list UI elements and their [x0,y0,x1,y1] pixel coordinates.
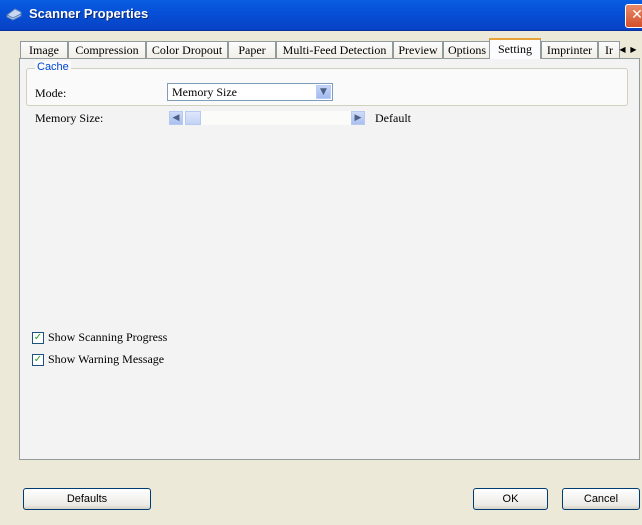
tab-multi-feed-detection[interactable]: Multi-Feed Detection [276,41,393,58]
mode-select-value: Memory Size [172,85,237,99]
tab-options[interactable]: Options [443,41,491,58]
slider-thumb[interactable] [185,111,201,125]
window-title: Scanner Properties [29,6,149,21]
arrow-right-icon[interactable]: ▶ [351,111,365,125]
checkmark-icon: ✓ [33,332,43,343]
cache-legend: Cache [35,61,71,73]
mode-label: Mode: [35,86,67,100]
tab-scroll: ◀ ▶ [617,41,641,56]
tab-compression[interactable]: Compression [68,41,146,58]
show-scanning-progress-label: Show Scanning Progress [48,330,168,344]
tab-scroll-left-icon[interactable]: ◀ [617,43,628,57]
checkmark-icon: ✓ [33,354,43,365]
tab-paper[interactable]: Paper [228,41,276,58]
memory-size-slider[interactable]: ◀ ▶ [169,111,365,125]
scanner-icon [6,8,22,21]
tab-image[interactable]: Image [20,41,68,58]
tab-color-dropout[interactable]: Color Dropout [146,41,228,58]
show-warning-message-label: Show Warning Message [48,352,165,366]
arrow-left-icon[interactable]: ◀ [169,111,183,125]
title-bar: Scanner Properties [0,0,642,31]
tab-setting[interactable]: Setting [489,38,541,59]
close-button[interactable]: ✕ [625,4,642,28]
defaults-button[interactable]: Defaults [23,488,151,510]
chevron-down-icon[interactable]: ▼ [316,85,331,99]
tab-scroll-right-icon[interactable]: ▶ [628,43,639,57]
cancel-button[interactable]: Cancel [562,488,640,510]
show-warning-message-checkbox[interactable]: ✓ [32,354,44,366]
ok-button[interactable]: OK [473,488,548,510]
mode-select[interactable]: Memory Size ▼ [167,83,333,101]
show-scanning-progress-checkbox[interactable]: ✓ [32,332,44,344]
memory-size-value: Default [375,111,411,125]
tab-imprinter[interactable]: Imprinter [541,41,598,58]
memory-size-label: Memory Size: [35,111,104,125]
tab-preview[interactable]: Preview [393,41,443,58]
close-icon: ✕ [631,7,642,23]
